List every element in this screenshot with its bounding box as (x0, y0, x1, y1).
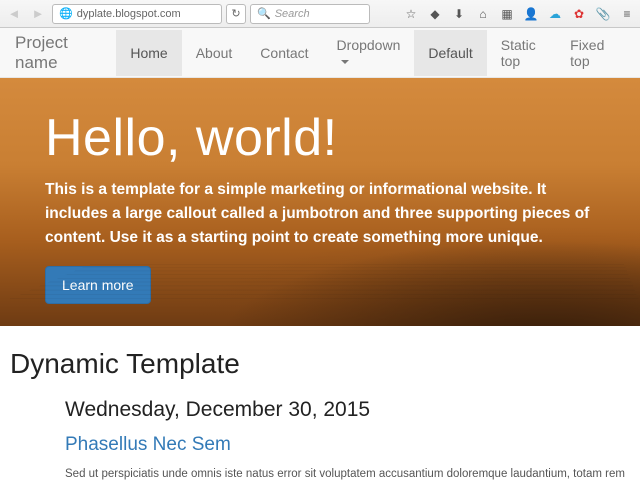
ext1-icon[interactable]: ✿ (570, 5, 588, 23)
forward-icon[interactable]: ► (28, 4, 48, 24)
toolbar-right: ☆ ◆ ⬇ ⌂ ▦ 👤 ☁ ✿ 📎 ≡ (402, 5, 636, 23)
address-bar[interactable]: 🌐 dyplate.blogspot.com (52, 4, 222, 24)
people-icon[interactable]: 👤 (522, 5, 540, 23)
nav-static-top[interactable]: Static top (487, 22, 556, 84)
download-icon[interactable]: ⬇ (450, 5, 468, 23)
nav-contact[interactable]: Contact (246, 30, 322, 76)
nav-dropdown[interactable]: Dropdown (323, 22, 415, 84)
learn-more-button[interactable]: Learn more (45, 266, 151, 304)
post-title-link[interactable]: Phasellus Nec Sem (65, 434, 231, 456)
nav-right: Default Static top Fixed top (414, 22, 625, 84)
section-title: Dynamic Template (10, 348, 630, 380)
search-icon: 🔍 (257, 7, 271, 20)
back-icon[interactable]: ◄ (4, 4, 24, 24)
nav-default[interactable]: Default (414, 30, 486, 76)
brand[interactable]: Project name (15, 33, 116, 73)
jumbotron: Hello, world! This is a template for a s… (0, 78, 640, 326)
post: Wednesday, December 30, 2015 Phasellus N… (10, 398, 630, 483)
url-text: dyplate.blogspot.com (77, 8, 181, 20)
nav-fixed-top[interactable]: Fixed top (556, 22, 625, 84)
grid-icon[interactable]: ▦ (498, 5, 516, 23)
home-icon[interactable]: ⌂ (474, 5, 492, 23)
search-bar[interactable]: 🔍 Search (250, 4, 370, 24)
caret-icon (341, 60, 349, 64)
jumbo-heading: Hello, world! (45, 108, 595, 168)
cloud-icon[interactable]: ☁ (546, 5, 564, 23)
content-area: Dynamic Template Wednesday, December 30,… (0, 326, 640, 493)
main-navbar: Project name Home About Contact Dropdown… (0, 28, 640, 78)
post-body: Sed ut perspiciatis unde omnis iste natu… (65, 466, 630, 483)
star-icon[interactable]: ☆ (402, 5, 420, 23)
nav-dropdown-label: Dropdown (337, 37, 401, 53)
globe-icon: 🌐 (59, 7, 73, 20)
reload-button[interactable]: ↻ (226, 4, 246, 24)
search-placeholder: Search (275, 8, 310, 20)
ext2-icon[interactable]: 📎 (594, 5, 612, 23)
nav-about[interactable]: About (182, 30, 247, 76)
post-date: Wednesday, December 30, 2015 (65, 398, 630, 422)
pocket-icon[interactable]: ◆ (426, 5, 444, 23)
nav-left: Home About Contact Dropdown (116, 22, 414, 84)
nav-home[interactable]: Home (116, 30, 181, 76)
menu-icon[interactable]: ≡ (618, 5, 636, 23)
jumbo-body: This is a template for a simple marketin… (45, 178, 595, 250)
